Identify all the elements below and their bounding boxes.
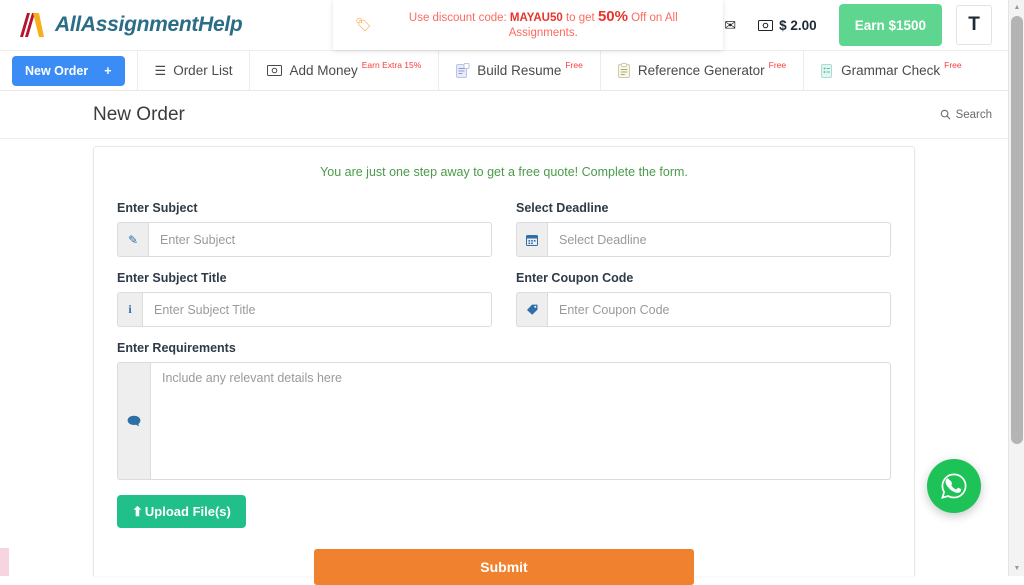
money-bill-icon: [267, 65, 283, 76]
search-button[interactable]: Search: [940, 109, 1004, 121]
field-label: Enter Subject Title: [117, 271, 227, 285]
field-label: Enter Subject: [117, 201, 198, 215]
input-group: i: [117, 292, 492, 327]
new-order-label: New Order: [25, 63, 89, 78]
page-title-row: New Order Search: [0, 91, 1024, 139]
search-label: Search: [955, 108, 992, 121]
field-subject-title: Enter Subject Title i: [117, 271, 492, 327]
nav-item-grammar-check[interactable]: Grammar Check Free: [803, 51, 979, 90]
nav-label: Build Resume: [477, 63, 562, 78]
field-label: Enter Requirements: [117, 341, 236, 355]
scroll-down-icon[interactable]: ▼: [1009, 561, 1024, 576]
nav-item-build-resume[interactable]: Build Resume Free: [438, 51, 600, 90]
form-row-1: Enter Subject ✎ Select Deadline: [117, 201, 891, 257]
scroll-up-icon[interactable]: ▲: [1009, 0, 1024, 15]
list-icon: ☰: [154, 62, 167, 78]
resume-document-icon: [456, 62, 470, 79]
promo-text: Use discount code: MAYAU50 to get 50% Of…: [386, 9, 701, 41]
nav-badge: Free: [944, 60, 962, 70]
search-icon: [940, 109, 951, 120]
input-group: [516, 292, 891, 327]
nav-item-reference-generator[interactable]: Reference Generator Free: [599, 51, 803, 90]
nav-label: Grammar Check: [841, 63, 941, 78]
field-label: Select Deadline: [516, 201, 609, 215]
page-title: New Order: [93, 103, 185, 125]
nav-item-order-list[interactable]: ☰ Order List: [136, 51, 250, 90]
promo-banner: 🏷 Use discount code: MAYAU50 to get 50% …: [333, 0, 723, 50]
requirements-group: [117, 362, 891, 480]
submit-row: Submit: [117, 549, 891, 585]
promo-prefix: Use discount code:: [408, 12, 510, 24]
field-subject: Enter Subject ✎: [117, 201, 492, 257]
field-requirements: Enter Requirements: [117, 341, 891, 480]
clipboard-icon: [617, 62, 631, 79]
upload-files-button[interactable]: ⬆ Upload File(s): [117, 495, 246, 528]
nav-label: Order List: [173, 63, 233, 78]
upload-icon: ⬆: [132, 503, 143, 519]
input-group: [516, 222, 891, 257]
calendar-icon: [516, 222, 547, 257]
info-icon: i: [117, 292, 142, 327]
promo-code: MAYAU50: [509, 12, 563, 24]
scrollbar-thumb[interactable]: [1011, 16, 1023, 444]
logo[interactable]: AllAssignmentHelp: [14, 11, 243, 39]
nav-badge: Earn Extra 15%: [361, 60, 422, 70]
input-group: ✎: [117, 222, 492, 257]
earn-button[interactable]: Earn $1500: [838, 4, 942, 46]
upload-label: Upload File(s): [144, 504, 231, 519]
top-header: AllAssignmentHelp 🏷 Use discount code: M…: [0, 0, 1024, 50]
subject-title-input[interactable]: [142, 292, 492, 327]
envelope-icon[interactable]: ✉: [724, 17, 736, 34]
plus-icon: +: [104, 63, 112, 78]
nav-label: Add Money: [289, 63, 358, 78]
deadline-input[interactable]: [547, 222, 891, 257]
money-bill-icon: [758, 19, 774, 31]
check-document-icon: [821, 63, 834, 79]
new-order-button[interactable]: New Order +: [12, 55, 125, 86]
nav-label: Reference Generator: [637, 63, 765, 78]
field-deadline: Select Deadline: [516, 201, 891, 257]
promo-middle: to get: [562, 12, 598, 24]
tag-icon: [516, 292, 547, 327]
field-coupon: Enter Coupon Code: [516, 271, 891, 327]
page-scrollbar[interactable]: ▲ ▼: [1008, 0, 1024, 576]
header-actions: ✉ $ 2.00 Earn $1500 T: [724, 4, 1012, 46]
wallet-balance[interactable]: $ 2.00: [758, 18, 817, 33]
logo-mark-icon: [20, 13, 44, 37]
page-edge-accent: [0, 548, 9, 576]
main-navbar: New Order + ☰ Order List Add Money Earn …: [0, 50, 1024, 91]
nav-item-add-money[interactable]: Add Money Earn Extra 15%: [249, 51, 438, 90]
form-row-2: Enter Subject Title i Enter Coupon Code: [117, 271, 891, 327]
whatsapp-icon: [941, 473, 967, 499]
avatar[interactable]: T: [956, 5, 992, 45]
field-label: Enter Coupon Code: [516, 271, 634, 285]
promo-percent: 50%: [597, 8, 628, 25]
nav-badge: Free: [768, 60, 787, 70]
form-note: You are just one step away to get a free…: [320, 165, 688, 179]
requirements-textarea[interactable]: [150, 362, 891, 480]
tag-icon: 🏷: [355, 17, 372, 32]
coupon-input[interactable]: [547, 292, 891, 327]
logo-text: AllAssignmentHelp: [55, 13, 243, 36]
nav-badge: Free: [565, 60, 583, 70]
balance-amount: $ 2.00: [779, 17, 817, 33]
new-order-form-card: You are just one step away to get a free…: [93, 146, 915, 585]
pencil-icon: ✎: [117, 222, 148, 257]
comment-icon: [117, 362, 150, 480]
submit-button[interactable]: Submit: [314, 549, 694, 585]
whatsapp-button[interactable]: [927, 459, 981, 513]
subject-input[interactable]: [148, 222, 492, 257]
